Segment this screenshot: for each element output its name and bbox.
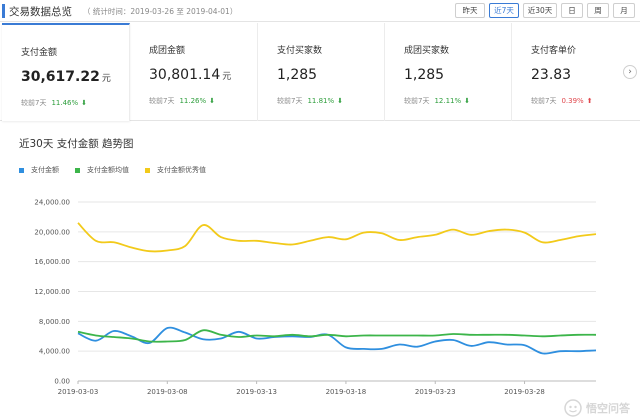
metric-value: 1,285 <box>404 67 444 83</box>
metric-compare: 较前7天 11.26% ⬇ <box>149 96 215 106</box>
metric-card-group-amount[interactable]: 成团金额 30,801.14 元 较前7天 11.26% ⬇ <box>130 23 258 121</box>
arrow-down-icon: ⬇ <box>81 99 88 107</box>
chevron-right-icon[interactable]: › <box>623 65 637 79</box>
range-button-month[interactable]: 月 <box>613 3 635 18</box>
metric-label: 成团金额 <box>149 46 186 56</box>
legend-item-average[interactable]: 支付金额均值 <box>75 165 129 175</box>
x-tick-label: 2019-03-23 <box>415 388 456 396</box>
range-button-7days[interactable]: 近7天 <box>489 3 519 18</box>
arrow-down-icon: ⬇ <box>464 97 471 105</box>
header-bar: 交易数据总览 （ 统计时间：2019-03-26 至 2019-04-01） 昨… <box>0 0 640 22</box>
arrow-up-icon: ⬆ <box>586 97 593 105</box>
watermark-text: 悟空问答 <box>586 402 630 415</box>
compare-label: 较前7天 <box>531 97 557 105</box>
x-tick-label: 2019-03-13 <box>236 388 277 396</box>
y-tick-label: 8,000.00 <box>39 318 70 326</box>
metric-compare: 较前7天 11.46% ⬇ <box>21 98 87 108</box>
metric-value: 1,285 <box>277 67 317 83</box>
arrow-down-icon: ⬇ <box>209 97 216 105</box>
metric-card-paying-buyers[interactable]: 支付买家数 1,285 较前7天 11.81% ⬇ <box>258 23 385 121</box>
chart-title: 近30天 支付金额 趋势图 <box>19 138 134 150</box>
watermark: 悟空问答 <box>564 399 630 417</box>
compare-label: 较前7天 <box>149 97 175 105</box>
range-button-30days[interactable]: 近30天 <box>523 3 557 18</box>
range-button-yesterday[interactable]: 昨天 <box>455 3 485 18</box>
metric-unit: 元 <box>101 74 111 84</box>
page-title: 交易数据总览 <box>9 6 72 18</box>
legend-swatch <box>19 167 24 173</box>
compare-label: 较前7天 <box>277 97 303 105</box>
compare-percent: 12.11% <box>434 97 462 105</box>
metric-value: 30,801.14 元 <box>149 67 231 83</box>
x-tick-label: 2019-03-18 <box>326 388 367 396</box>
metric-cards: 支付金额 30,617.22 元 较前7天 11.46% ⬇ 成团金额 30,801.… <box>0 23 640 121</box>
stat-period: （ 统计时间：2019-03-26 至 2019-04-01） <box>83 7 238 16</box>
title-accent-bar <box>2 4 5 18</box>
metric-label: 支付买家数 <box>277 46 323 56</box>
metric-label: 成团买家数 <box>404 46 450 56</box>
metric-compare: 较前7天 0.39% ⬆ <box>531 96 593 106</box>
metric-unit: 元 <box>222 72 232 82</box>
watermark-logo-icon <box>564 399 582 417</box>
metric-number: 1,285 <box>277 67 318 83</box>
trend-chart: 0.00 4,000.00 8,000.00 12,000.00 16,000.00 20… <box>34 199 597 396</box>
range-button-day[interactable]: 日 <box>561 3 583 18</box>
metric-number: 30,617.22 <box>21 69 100 85</box>
compare-percent: 0.39% <box>561 97 584 105</box>
legend-item-payment[interactable]: 支付金额 <box>19 165 59 175</box>
compare-label: 较前7天 <box>21 99 47 107</box>
metric-number: 30,801.14 <box>149 67 221 83</box>
legend-item-excellent[interactable]: 支付金额优秀值 <box>145 165 206 175</box>
chart-legend: 支付金额 支付金额均值 支付金额优秀值 <box>19 165 206 175</box>
legend-label: 支付金额 <box>31 166 59 174</box>
x-tick-label: 2019-03-08 <box>147 388 188 396</box>
range-selector: 昨天 近7天 近30天 日 周 月 <box>455 3 635 18</box>
series-line-excellent <box>77 222 597 253</box>
compare-label: 较前7天 <box>404 97 430 105</box>
metric-number: 23.83 <box>531 67 572 83</box>
x-tick-label: 2019-03-03 <box>58 388 99 396</box>
metric-compare: 较前7天 11.81% ⬇ <box>277 96 343 106</box>
metric-card-payment-amount[interactable]: 支付金额 30,617.22 元 较前7天 11.46% ⬇ <box>2 23 130 121</box>
legend-swatch <box>75 167 80 173</box>
y-tick-label: 20,000.00 <box>34 228 70 236</box>
arrow-down-icon: ⬇ <box>337 97 344 105</box>
range-button-week[interactable]: 周 <box>587 3 609 18</box>
y-tick-label: 24,000.00 <box>34 199 70 207</box>
metric-card-group-buyers[interactable]: 成团买家数 1,285 较前7天 12.11% ⬇ <box>385 23 512 121</box>
y-tick-label: 4,000.00 <box>39 348 70 356</box>
metric-compare: 较前7天 12.11% ⬇ <box>404 96 470 106</box>
metric-label: 支付客单价 <box>531 46 577 56</box>
y-tick-label: 0.00 <box>54 378 70 386</box>
compare-percent: 11.81% <box>307 97 335 105</box>
compare-percent: 11.46% <box>51 99 79 107</box>
legend-swatch <box>145 167 150 173</box>
series-line-payment <box>77 326 597 355</box>
metric-label: 支付金额 <box>21 48 58 58</box>
compare-percent: 11.26% <box>179 97 207 105</box>
y-tick-label: 12,000.00 <box>34 288 70 296</box>
metric-number: 1,285 <box>404 67 445 83</box>
legend-label: 支付金额均值 <box>87 166 129 174</box>
x-tick-label: 2019-03-28 <box>504 388 545 396</box>
legend-label: 支付金额优秀值 <box>157 166 206 174</box>
metric-card-avg-order-value[interactable]: 支付客单价 23.83 较前7天 0.39% ⬆ <box>512 23 624 121</box>
y-tick-label: 16,000.00 <box>34 258 70 266</box>
metric-value: 30,617.22 元 <box>21 69 111 85</box>
metric-value: 23.83 <box>531 67 571 83</box>
